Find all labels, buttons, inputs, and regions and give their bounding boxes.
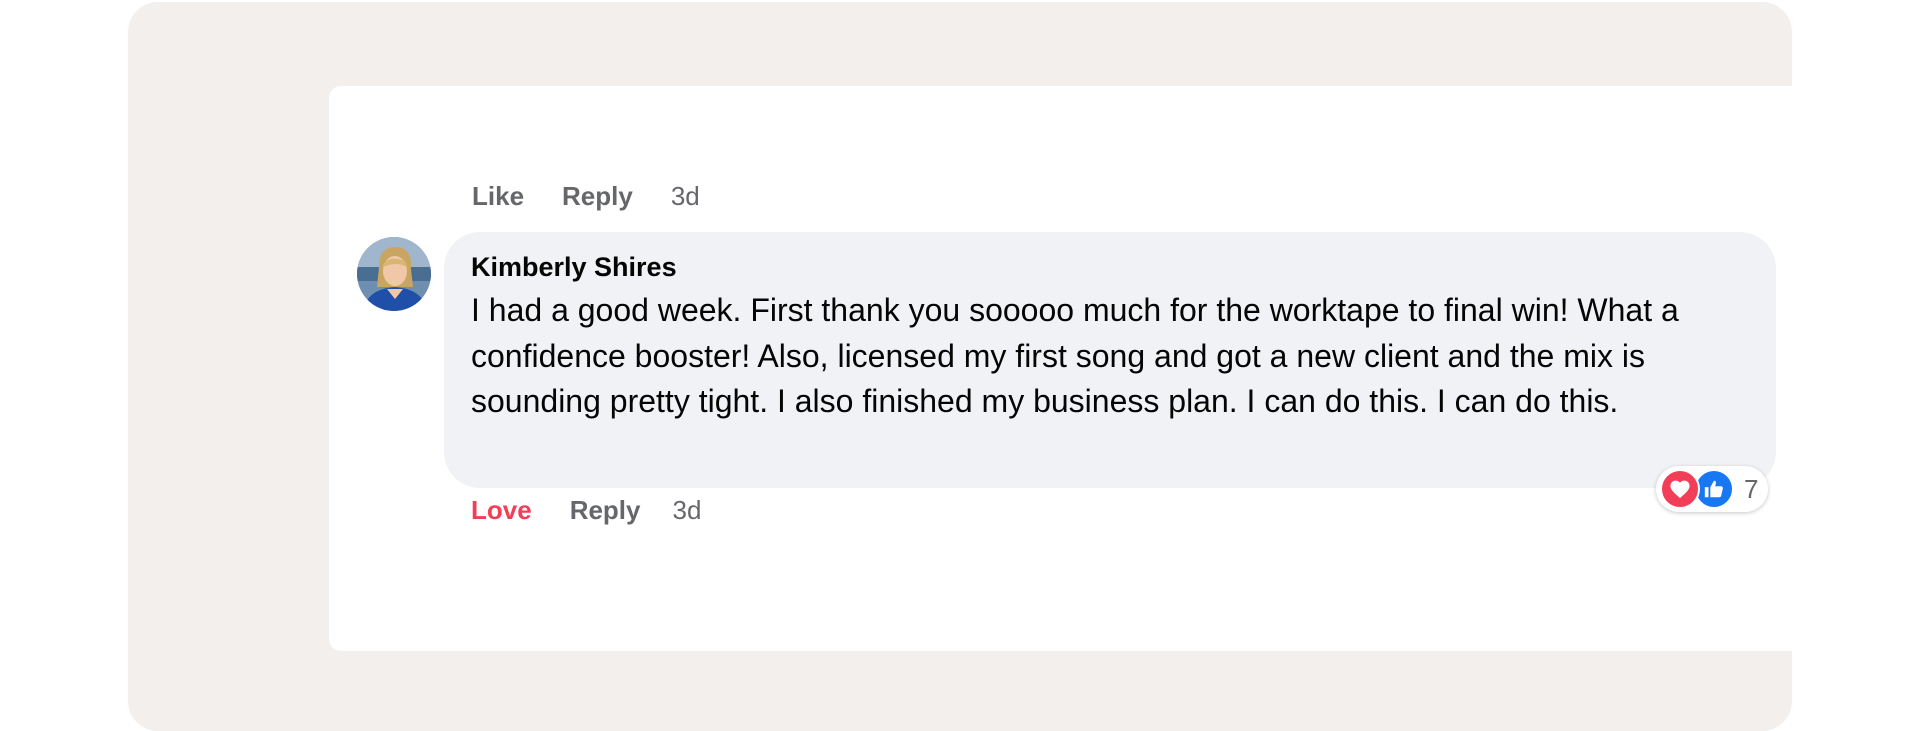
like-icon <box>1694 469 1734 509</box>
reply-button[interactable]: Reply <box>570 492 641 528</box>
background-frame: Like Reply 3d Kimberly Shires I had a go… <box>128 2 1847 731</box>
comment-bubble: Kimberly Shires I had a good week. First… <box>444 232 1776 488</box>
comment-card: Like Reply 3d Kimberly Shires I had a go… <box>329 86 1847 651</box>
reactions-summary[interactable]: 7 <box>1656 466 1769 512</box>
avatar[interactable] <box>357 237 431 311</box>
reaction-count: 7 <box>1744 473 1759 504</box>
love-reaction-button[interactable]: Love <box>471 492 532 528</box>
comment-timestamp[interactable]: 3d <box>673 492 702 528</box>
previous-like-button[interactable]: Like <box>472 181 524 212</box>
previous-timestamp[interactable]: 3d <box>671 181 700 212</box>
avatar-photo <box>357 237 431 311</box>
comment-actions: Love Reply 3d <box>471 492 701 528</box>
love-icon <box>1660 469 1700 509</box>
previous-reply-button[interactable]: Reply <box>562 181 633 212</box>
previous-comment-actions: Like Reply 3d <box>472 180 700 212</box>
comment-author[interactable]: Kimberly Shires <box>471 250 1749 284</box>
comment-text: I had a good week. First thank you soooo… <box>471 292 1679 419</box>
